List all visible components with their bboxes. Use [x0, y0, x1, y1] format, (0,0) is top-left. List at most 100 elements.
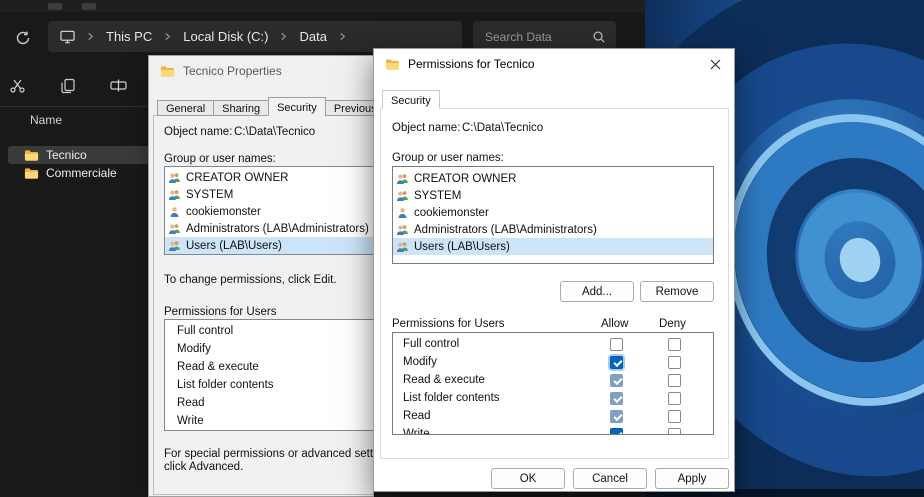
permission-item[interactable]: Modify	[165, 340, 374, 358]
deny-checkbox[interactable]	[668, 410, 681, 423]
permissions-dialog: Permissions for Tecnico Security Object …	[373, 48, 735, 492]
group-name: cookiemonster	[414, 207, 489, 219]
breadcrumb-segment[interactable]: Data	[299, 29, 326, 44]
chevron-right-icon[interactable]	[338, 32, 347, 41]
group-list: CREATOR OWNER SYSTEM cookiemonster Administ…	[392, 166, 714, 264]
object-name-value: C:\Data\Tecnico	[234, 126, 315, 138]
file-name: Tecnico	[46, 148, 87, 162]
group-icon	[396, 190, 409, 202]
group-list-item[interactable]: Users (LAB\Users)	[393, 238, 713, 255]
monitor-icon	[60, 29, 75, 44]
allow-checkbox[interactable]	[610, 338, 623, 351]
group-icon	[396, 173, 409, 185]
group-list-item[interactable]: cookiemonster	[165, 203, 374, 220]
group-list-item[interactable]: SYSTEM	[165, 186, 374, 203]
folder-icon	[24, 149, 39, 162]
deny-checkbox[interactable]	[668, 428, 681, 435]
properties-dialog: Tecnico Properties GeneralSharingSecurit…	[148, 55, 374, 497]
tab-general[interactable]: General	[157, 100, 214, 116]
group-icon	[168, 172, 181, 184]
group-name: SYSTEM	[186, 189, 233, 201]
permission-name: Read & execute	[403, 374, 485, 386]
tab-sharing[interactable]: Sharing	[213, 100, 269, 116]
permission-item[interactable]: Read & execute	[165, 358, 374, 376]
group-name: Users (LAB\Users)	[186, 240, 282, 252]
deny-checkbox[interactable]	[668, 392, 681, 405]
allow-checkbox[interactable]	[610, 428, 623, 435]
rename-icon[interactable]	[107, 75, 130, 96]
cut-icon[interactable]	[6, 74, 29, 97]
group-name: cookiemonster	[186, 206, 261, 218]
group-list-item[interactable]: Administrators (LAB\Administrators)	[165, 220, 374, 237]
properties-dialog-titlebar[interactable]: Tecnico Properties	[149, 56, 373, 86]
dialog-title: Permissions for Tecnico	[408, 57, 535, 71]
close-icon[interactable]	[696, 49, 734, 79]
group-list-item[interactable]: CREATOR OWNER	[165, 169, 374, 186]
advanced-hint-line1: For special permissions or advanced sett…	[164, 448, 374, 460]
permission-name: Read	[177, 397, 205, 409]
add-button[interactable]: Add...	[560, 281, 634, 302]
permission-name: List folder contents	[177, 379, 274, 391]
remove-button[interactable]: Remove	[640, 281, 714, 302]
permission-item[interactable]: List folder contents	[165, 376, 374, 394]
allow-checkbox[interactable]	[610, 410, 623, 423]
allow-checkbox[interactable]	[610, 374, 623, 387]
breadcrumb: This PC Local Disk (C:) Data	[86, 29, 347, 44]
object-name-value: C:\Data\Tecnico	[462, 122, 543, 134]
group-name: CREATOR OWNER	[414, 173, 516, 185]
permission-item[interactable]: Full control	[165, 322, 374, 340]
permission-item[interactable]: Write	[165, 412, 374, 430]
permissions-tabs: Security	[382, 90, 439, 109]
tab-previous-versions[interactable]: Previous Versions	[325, 100, 374, 116]
chevron-right-icon[interactable]	[279, 32, 288, 41]
column-header-name[interactable]: Name	[30, 113, 62, 127]
search-input[interactable]	[483, 29, 586, 45]
allow-checkbox[interactable]	[610, 356, 623, 369]
breadcrumb-segment[interactable]: This PC	[106, 29, 152, 44]
group-icon	[168, 240, 181, 252]
group-list-item[interactable]: Users (LAB\Users)	[165, 237, 374, 254]
cancel-button[interactable]: Cancel	[573, 468, 647, 489]
explorer-tab-strip	[0, 0, 645, 12]
permissions-label: Permissions for Users	[392, 318, 504, 330]
allow-checkbox[interactable]	[610, 392, 623, 405]
deny-checkbox[interactable]	[668, 338, 681, 351]
apply-button[interactable]: Apply	[655, 468, 729, 489]
chevron-right-icon[interactable]	[86, 32, 95, 41]
properties-tabs: GeneralSharingSecurityPrevious Versions	[157, 97, 374, 116]
group-name: CREATOR OWNER	[186, 172, 288, 184]
group-list-item[interactable]: Administrators (LAB\Administrators)	[393, 221, 713, 238]
search-icon	[592, 30, 606, 44]
refresh-icon[interactable]	[13, 28, 33, 48]
folder-icon	[385, 58, 400, 71]
permission-row: Modify	[393, 354, 713, 372]
permissions-dialog-titlebar[interactable]: Permissions for Tecnico	[374, 49, 734, 79]
group-list: CREATOR OWNER SYSTEM cookiemonster Administ…	[164, 166, 374, 255]
tab-security[interactable]: Security	[268, 97, 326, 116]
breadcrumb-segment[interactable]: Local Disk (C:)	[183, 29, 268, 44]
ok-button[interactable]: OK	[491, 468, 565, 489]
deny-column-header: Deny	[659, 318, 686, 330]
permission-name: Full control	[403, 338, 459, 350]
copy-icon[interactable]	[57, 75, 79, 97]
groups-label: Group or user names:	[392, 152, 504, 164]
permissions-list: Full controlModifyRead & executeList fol…	[392, 332, 714, 435]
allow-column-header: Allow	[601, 318, 628, 330]
permission-name: Read	[403, 410, 431, 422]
deny-checkbox[interactable]	[668, 374, 681, 387]
edit-hint: To change permissions, click Edit.	[164, 274, 337, 286]
permission-name: Modify	[177, 343, 211, 355]
deny-checkbox[interactable]	[668, 356, 681, 369]
group-list-item[interactable]: CREATOR OWNER	[393, 170, 713, 187]
tab-security[interactable]: Security	[382, 90, 440, 109]
chevron-right-icon[interactable]	[163, 32, 172, 41]
permission-row: Write	[393, 426, 713, 435]
group-list-item[interactable]: cookiemonster	[393, 204, 713, 221]
window-tab-hint	[48, 3, 62, 10]
group-icon	[168, 223, 181, 235]
file-name: Commerciale	[46, 166, 117, 180]
permission-item[interactable]: Read	[165, 394, 374, 412]
group-list-item[interactable]: SYSTEM	[393, 187, 713, 204]
permission-name: Read & execute	[177, 361, 259, 373]
group-name: SYSTEM	[414, 190, 461, 202]
